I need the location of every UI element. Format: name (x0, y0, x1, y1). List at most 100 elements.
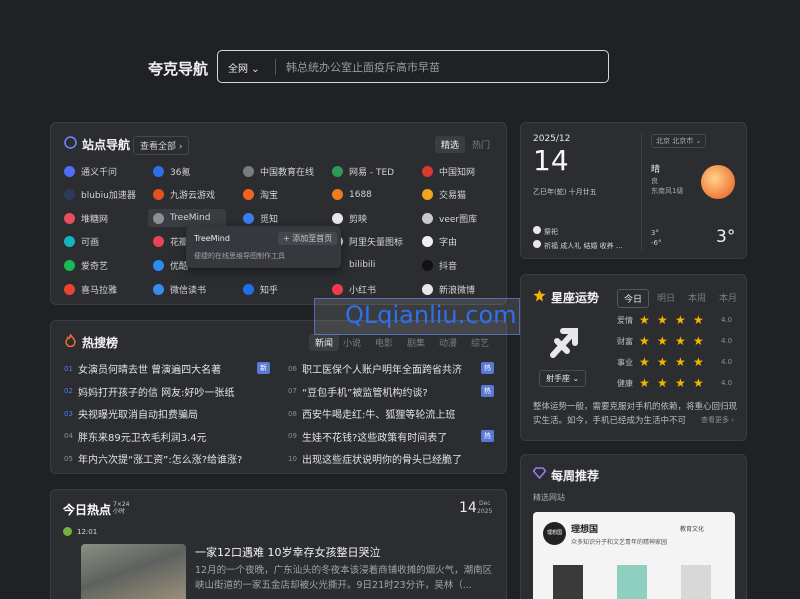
site-desc: 众多知识分子和文艺青年的精神家园 (571, 539, 668, 546)
rating-star-icon: ★ (639, 313, 650, 327)
news-headline[interactable]: 一家12口遇难 10岁幸存女孩整日哭泣 (195, 544, 381, 560)
rating-label: 财富 (617, 337, 633, 346)
hot-tab[interactable]: 新闻 (309, 334, 340, 351)
hot-text: 生娃不花钱?这些政策有时间表了 (302, 432, 448, 444)
search-scope-select[interactable]: 全网 ⌄ (228, 60, 260, 75)
news-date-month: Dec (479, 500, 491, 507)
city-select[interactable]: 北京 北京市 ⌄ (651, 134, 707, 148)
site-link[interactable]: 微信读书 (153, 282, 206, 296)
site-link[interactable]: 喜马拉雅 (64, 282, 117, 296)
hot-item[interactable]: 06 职工医保个人账户明年全面跨省共济 (288, 361, 462, 377)
hot-text: 年内六次提“涨工资”:怎么涨?给谁涨? (78, 455, 243, 466)
hot-text: 职工医保个人账户明年全面跨省共济 (302, 365, 462, 376)
rating-label: 爱情 (617, 316, 633, 325)
hot-item[interactable]: 03 央视曝光取消自动扣费骗局 (64, 406, 198, 422)
site-link[interactable]: 1688 (332, 188, 372, 202)
hot-item[interactable]: 08 西安牛喝走红:牛、狐狸等轮流上班 (288, 406, 455, 422)
search-box[interactable]: 全网 ⌄ 韩总统办公室止面疫斥高市早苗 (217, 50, 609, 83)
site-link[interactable]: 新浪微博 (422, 282, 475, 296)
hot-item[interactable]: 05 年内六次提“涨工资”:怎么涨?给谁涨? (64, 451, 243, 467)
site-link[interactable]: 交易猫 (422, 188, 466, 202)
hot-item[interactable]: 04 胖东来89元卫衣毛利润3.4元 (64, 429, 207, 444)
rating-star-icon: ★ (693, 376, 704, 390)
rating-score: 4.0 (721, 358, 733, 366)
site-icon (153, 236, 164, 248)
site-icon (153, 165, 164, 177)
book-cover-2 (617, 565, 647, 599)
site-link[interactable]: 知乎 (243, 282, 278, 296)
site-link[interactable]: 通义千问 (64, 164, 117, 178)
site-link[interactable]: 小红书 (332, 282, 376, 296)
news-date-day: 14 (459, 500, 477, 516)
site-label: 交易猫 (439, 191, 467, 202)
site-link[interactable]: veer图库 (422, 211, 477, 225)
site-label: 36氪 (170, 167, 191, 178)
hot-rank: 09 (288, 432, 297, 440)
sign-select[interactable]: 射手座 ⌄ (539, 370, 587, 387)
site-link[interactable]: blubiu加速器 (64, 188, 136, 202)
site-label: 九游云游戏 (170, 191, 216, 202)
rating-star-icon: ★ (675, 376, 686, 390)
rating-star-icon: ★ (693, 313, 704, 327)
brand-logo[interactable]: 夸克导航 (148, 58, 208, 79)
site-link[interactable]: 剪映 (332, 211, 367, 225)
hot-tab[interactable]: 小说 (343, 336, 361, 349)
hot-tab[interactable]: 剧集 (407, 336, 425, 349)
site-link[interactable]: 阿里矢量图标 (332, 235, 403, 249)
site-link[interactable]: 淘宝 (243, 188, 278, 202)
site-icon (64, 189, 75, 201)
horoscope-tab[interactable]: 今日 (617, 289, 650, 308)
site-link[interactable]: 抖音 (422, 258, 457, 272)
site-icon (153, 212, 164, 224)
site-icon (332, 165, 343, 177)
hot-tab[interactable]: 动漫 (439, 336, 457, 349)
site-link[interactable]: 九游云游戏 (153, 188, 215, 202)
site-link[interactable]: 字由 (422, 235, 457, 249)
site-label: 1688 (349, 189, 372, 200)
site-label: 知乎 (260, 285, 279, 296)
site-link[interactable]: 优酷 (153, 258, 188, 272)
site-link[interactable]: TreeMind (153, 211, 210, 225)
site-link[interactable]: 中国教育在线 (243, 164, 314, 178)
site-link[interactable]: 网易 - TED (332, 164, 394, 178)
rating-star-icon: ★ (639, 376, 650, 390)
site-link[interactable]: 爱奇艺 (64, 258, 108, 272)
tab-popular[interactable]: 热门 (472, 138, 490, 151)
horoscope-tab[interactable]: 本周 (682, 289, 712, 306)
site-link[interactable]: 可画 (64, 235, 99, 249)
hot-item[interactable]: 10 出现这些症状说明你的骨头已经脆了 (288, 451, 462, 467)
news-thumbnail[interactable] (81, 544, 186, 599)
tab-featured[interactable]: 精选 (435, 136, 466, 153)
hot-item[interactable]: 02 妈妈打开孩子的信 网友:好吵一张纸 (64, 384, 235, 399)
site-link[interactable]: 中国知网 (422, 164, 475, 178)
search-input[interactable]: 韩总统办公室止面疫斥高市早苗 (286, 59, 440, 75)
search-divider (275, 59, 276, 75)
site-label: 字由 (439, 238, 458, 249)
site-label: 可画 (81, 238, 100, 249)
add-to-home-button[interactable]: + 添加至首页 (278, 232, 338, 245)
site-link[interactable]: 花瓣 (153, 235, 188, 249)
hot-item[interactable]: 09 生娃不花钱?这些政策有时间表了 (288, 429, 447, 444)
site-link[interactable]: 觅知 (243, 211, 278, 225)
calendar-weather-card: 2025/12 14 乙巳年(蛇) 十月廿五 祭祀 祈福 成人礼 结婚 收养 .… (520, 122, 747, 259)
recommend-site-card[interactable]: 理想国 理想国 教育文化 众多知识分子和文艺青年的精神家园 (533, 512, 735, 599)
site-link[interactable]: 36氪 (153, 164, 190, 178)
site-tag: 教育文化 (680, 526, 705, 533)
site-label: 抖音 (439, 261, 458, 272)
calendar-day: 14 (533, 144, 569, 177)
weekly-subtitle: 精选网站 (533, 493, 565, 502)
sun-icon (701, 165, 735, 199)
hot-rank: 05 (64, 454, 73, 463)
hot-item[interactable]: 01 女演员何晴去世 曾演遍四大名著 (64, 361, 221, 377)
hot-tab[interactable]: 电影 (375, 336, 393, 349)
site-label: TreeMind (170, 213, 211, 224)
view-all-button[interactable]: 查看全部 › (133, 136, 190, 155)
more-link[interactable]: 查看更多 › (699, 415, 735, 425)
site-label: 中国知网 (439, 167, 476, 178)
horoscope-tab[interactable]: 本月 (713, 289, 743, 306)
site-icon (153, 189, 164, 201)
hot-tab[interactable]: 综艺 (471, 336, 489, 349)
horoscope-tab[interactable]: 明日 (651, 289, 681, 306)
hot-item[interactable]: 07 “豆包手机”被监管机构约谈? (288, 384, 428, 399)
site-link[interactable]: 堆糖网 (64, 211, 108, 225)
